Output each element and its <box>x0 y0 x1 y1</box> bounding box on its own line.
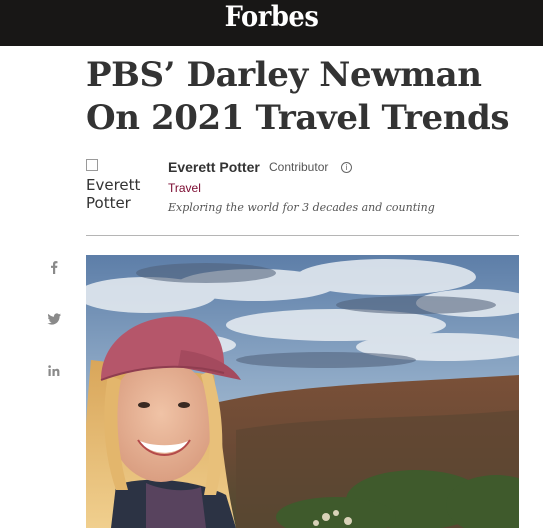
linkedin-icon[interactable] <box>44 361 64 381</box>
author-avatar[interactable]: Everett Potter <box>86 158 150 214</box>
hero-image <box>86 255 519 528</box>
forbes-logo[interactable]: Forbes <box>22 0 522 34</box>
info-icon[interactable]: i <box>341 162 352 173</box>
facebook-icon[interactable] <box>44 257 64 277</box>
top-navigation-bar: Forbes <box>0 0 543 46</box>
broken-image-icon <box>86 159 98 171</box>
divider <box>86 235 519 236</box>
author-role: Contributor <box>269 160 329 174</box>
article-title: PBS’ Darley Newman On 2021 Travel Trends <box>86 55 510 138</box>
twitter-icon[interactable] <box>44 309 64 329</box>
channel-link[interactable]: Travel <box>168 181 201 195</box>
author-avatar-alt-text: Everett Potter <box>86 176 141 212</box>
author-name[interactable]: Everett Potter <box>168 159 260 175</box>
author-bio: Exploring the world for 3 decades and co… <box>168 201 435 214</box>
